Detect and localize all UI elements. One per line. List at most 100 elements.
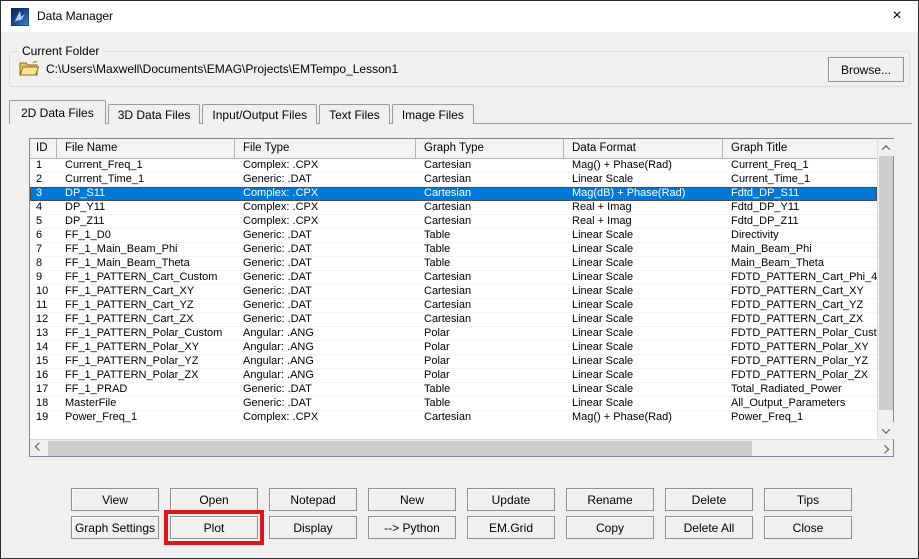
cell: FDTD_PATTERN_Polar_ZX (723, 369, 877, 383)
scroll-down-icon[interactable] (878, 422, 894, 439)
table-row[interactable]: 9FF_1_PATTERN_Cart_CustomGeneric: .DATCa… (30, 271, 877, 285)
cell: Complex: .CPX (235, 411, 416, 424)
plot-button[interactable]: Plot (170, 516, 258, 539)
cell: Angular: .ANG (235, 355, 416, 369)
cell: Generic: .DAT (235, 299, 416, 313)
python-button[interactable]: --> Python (368, 516, 456, 539)
table-row[interactable]: 6FF_1_D0Generic: .DATTableLinear ScaleDi… (30, 229, 877, 243)
vertical-scrollbar-thumb[interactable] (879, 156, 893, 410)
title-bar: Data Manager × (1, 1, 918, 32)
cell: Complex: .CPX (235, 215, 416, 229)
vertical-scrollbar[interactable] (877, 139, 893, 439)
table-row[interactable]: 15FF_1_PATTERN_Polar_YZAngular: .ANGPola… (30, 355, 877, 369)
cell: Linear Scale (564, 299, 723, 313)
display-button[interactable]: Display (269, 516, 357, 539)
new-button[interactable]: New (368, 488, 456, 511)
cell: Generic: .DAT (235, 173, 416, 187)
table-row[interactable]: 7FF_1_Main_Beam_PhiGeneric: .DATTableLin… (30, 243, 877, 257)
table-row[interactable]: 1Current_Freq_1Complex: .CPXCartesianMag… (30, 159, 877, 173)
delete-all-button[interactable]: Delete All (665, 516, 753, 539)
browse-button[interactable]: Browse... (828, 57, 904, 82)
cell: Generic: .DAT (235, 271, 416, 285)
cell: Cartesian (416, 411, 564, 424)
tab-text-files[interactable]: Text Files (319, 104, 390, 124)
delete-button[interactable]: Delete (665, 488, 753, 511)
graph-settings-button[interactable]: Graph Settings (71, 516, 159, 539)
cell: Generic: .DAT (235, 285, 416, 299)
cell: Linear Scale (564, 355, 723, 369)
table-row[interactable]: 3DP_S11Complex: .CPXCartesianMag(dB) + P… (30, 187, 877, 201)
notepad-button[interactable]: Notepad (269, 488, 357, 511)
table-row[interactable]: 4DP_Y11Complex: .CPXCartesianReal + Imag… (30, 201, 877, 215)
table-row[interactable]: 12FF_1_PATTERN_Cart_ZXGeneric: .DATCarte… (30, 313, 877, 327)
table-row[interactable]: 8FF_1_Main_Beam_ThetaGeneric: .DATTableL… (30, 257, 877, 271)
cell: Angular: .ANG (235, 327, 416, 341)
table-row[interactable]: 14FF_1_PATTERN_Polar_XYAngular: .ANGPola… (30, 341, 877, 355)
tab-image-files[interactable]: Image Files (392, 104, 474, 124)
cell: Linear Scale (564, 229, 723, 243)
column-header-file-name[interactable]: File Name (57, 139, 235, 158)
cell: DP_Y11 (57, 201, 235, 215)
cell: Cartesian (416, 187, 564, 201)
cell: Polar (416, 341, 564, 355)
copy-button[interactable]: Copy (566, 516, 654, 539)
update-button[interactable]: Update (467, 488, 555, 511)
tab-2d-data-files[interactable]: 2D Data Files (9, 100, 106, 124)
close-button[interactable]: Close (764, 516, 852, 539)
cell: 5 (30, 215, 57, 229)
column-header-graph-title[interactable]: Graph Title (723, 139, 877, 158)
cell: Cartesian (416, 215, 564, 229)
cell: 7 (30, 243, 57, 257)
scroll-left-icon[interactable] (30, 440, 47, 456)
table-row[interactable]: 18MasterFileGeneric: .DATTableLinear Sca… (30, 397, 877, 411)
cell: FDTD_PATTERN_Polar_YZ (723, 355, 877, 369)
open-button[interactable]: Open (170, 488, 258, 511)
cell: Linear Scale (564, 369, 723, 383)
cell: Fdtd_DP_Z11 (723, 215, 877, 229)
table-body: 1Current_Freq_1Complex: .CPXCartesianMag… (30, 159, 877, 424)
column-header-graph-type[interactable]: Graph Type (416, 139, 564, 158)
current-folder-path: C:\Users\Maxwell\Documents\EMAG\Projects… (46, 62, 398, 76)
column-header-data-format[interactable]: Data Format (564, 139, 723, 158)
cell: Real + Imag (564, 201, 723, 215)
view-button[interactable]: View (71, 488, 159, 511)
cell: Generic: .DAT (235, 383, 416, 397)
cell: Table (416, 383, 564, 397)
em-grid-button[interactable]: EM.Grid (467, 516, 555, 539)
cell: Angular: .ANG (235, 369, 416, 383)
cell: FDTD_PATTERN_Polar_Custom (723, 327, 877, 341)
table-row[interactable]: 19Power_Freq_1Complex: .CPXCartesianMag(… (30, 411, 877, 424)
cell: Table (416, 397, 564, 411)
cell: Linear Scale (564, 257, 723, 271)
tab-3d-data-files[interactable]: 3D Data Files (108, 104, 201, 124)
column-header-file-type[interactable]: File Type (235, 139, 416, 158)
horizontal-scrollbar-thumb[interactable] (48, 441, 752, 456)
table-row[interactable]: 17FF_1_PRADGeneric: .DATTableLinear Scal… (30, 383, 877, 397)
scroll-right-icon[interactable] (876, 440, 893, 456)
scroll-up-icon[interactable] (878, 139, 894, 156)
rename-button[interactable]: Rename (566, 488, 654, 511)
cell: FF_1_PATTERN_Cart_ZX (57, 313, 235, 327)
table-row[interactable]: 11FF_1_PATTERN_Cart_YZGeneric: .DATCarte… (30, 299, 877, 313)
tab-input-output-files[interactable]: Input/Output Files (202, 104, 317, 124)
cell: Current_Time_1 (57, 173, 235, 187)
cell: FF_1_PATTERN_Cart_YZ (57, 299, 235, 313)
horizontal-scrollbar[interactable] (30, 439, 893, 456)
cell: Polar (416, 355, 564, 369)
cell: Complex: .CPX (235, 159, 416, 173)
cell: Mag() + Phase(Rad) (564, 411, 723, 424)
table-row[interactable]: 2Current_Time_1Generic: .DATCartesianLin… (30, 173, 877, 187)
column-header-id[interactable]: ID (30, 139, 57, 158)
cell: FF_1_PATTERN_Cart_Custom (57, 271, 235, 285)
table-row[interactable]: 16FF_1_PATTERN_Polar_ZXAngular: .ANGPola… (30, 369, 877, 383)
cell: Generic: .DAT (235, 243, 416, 257)
close-icon[interactable]: × (882, 4, 912, 28)
table-row[interactable]: 13FF_1_PATTERN_Polar_CustomAngular: .ANG… (30, 327, 877, 341)
table-row[interactable]: 10FF_1_PATTERN_Cart_XYGeneric: .DATCarte… (30, 285, 877, 299)
folder-icon (19, 60, 39, 77)
cell: Current_Time_1 (723, 173, 877, 187)
cell: FF_1_PATTERN_Cart_XY (57, 285, 235, 299)
table-row[interactable]: 5DP_Z11Complex: .CPXCartesianReal + Imag… (30, 215, 877, 229)
tips-button[interactable]: Tips (764, 488, 852, 511)
cell: FF_1_PATTERN_Polar_YZ (57, 355, 235, 369)
